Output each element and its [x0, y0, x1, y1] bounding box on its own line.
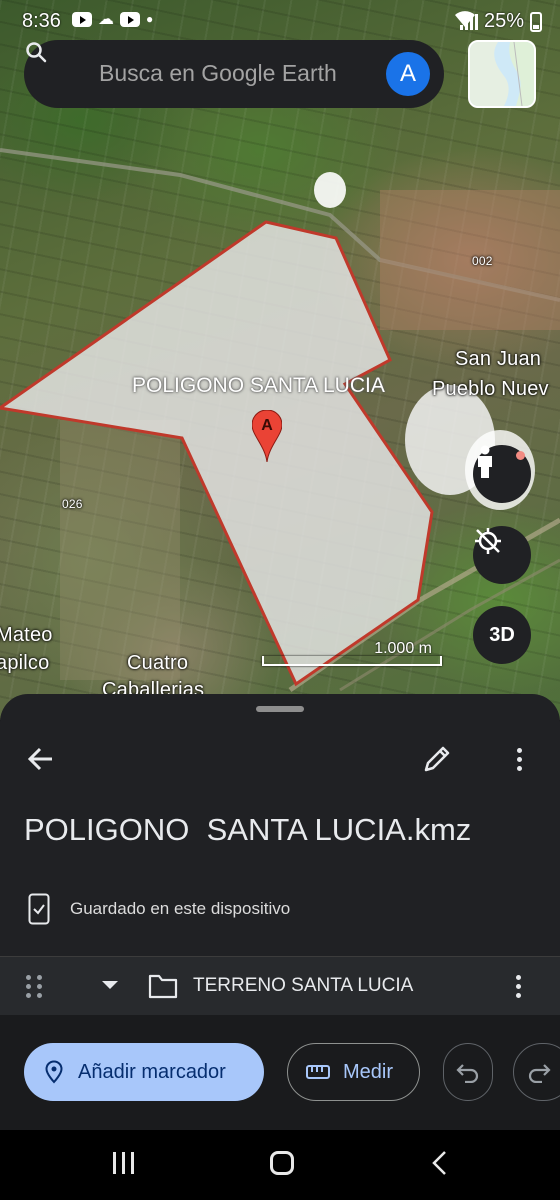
cloud-icon: ☁ [98, 11, 114, 28]
saved-status-row: Guardado en este dispositivo [28, 892, 290, 926]
place-label: Cuatro [127, 652, 189, 674]
notification-icons: ☁ ● [72, 11, 154, 28]
notification-dot [516, 451, 525, 460]
place-label: apilco [0, 652, 50, 674]
saved-status-text: Guardado en este dispositivo [70, 899, 291, 918]
measure-button[interactable]: Medir [287, 1043, 420, 1101]
road-label: 026 [62, 497, 83, 511]
layer-row-folder[interactable]: TERRENO SANTA LUCIA [0, 957, 560, 1015]
place-label: Pueblo Nuev [432, 378, 549, 400]
edit-pencil-icon[interactable] [420, 742, 454, 776]
youtube-icon [72, 12, 92, 27]
youtube-icon [120, 12, 140, 27]
home-icon[interactable] [270, 1151, 294, 1175]
bottom-toolbar: Añadir marcador Medir [0, 1015, 560, 1130]
ruler-icon [306, 1065, 330, 1079]
polygon-label: POLIGONO SANTA LUCIA [132, 374, 385, 397]
project-title: POLIGONO SANTA LUCIA.kmz [24, 812, 472, 847]
street-view-button[interactable] [473, 445, 531, 503]
dot-icon: ● [146, 12, 154, 26]
status-bar: 8:36 ☁ ● 25% [0, 0, 560, 40]
redo-button[interactable] [513, 1043, 560, 1101]
more-options-icon[interactable] [502, 742, 536, 776]
undo-button[interactable] [443, 1043, 493, 1101]
minimap-button[interactable] [468, 40, 536, 108]
urban-area-2 [60, 420, 180, 680]
satellite-map[interactable]: POLIGONO SANTA LUCIA A San Juan Pueblo N… [0, 0, 560, 720]
map-scale: 1.000 m [262, 640, 442, 666]
battery-icon [530, 11, 542, 32]
scale-bar [262, 656, 442, 666]
sheet-drag-handle[interactable] [256, 706, 304, 712]
add-placemark-label: Añadir marcador [78, 1060, 226, 1083]
layer-name: TERRENO SANTA LUCIA [193, 975, 414, 996]
drag-handle-icon[interactable] [26, 975, 44, 999]
system-nav-bar [0, 1130, 560, 1200]
folder-icon [148, 974, 178, 999]
place-label: San Juan [455, 348, 542, 370]
back-icon[interactable] [430, 1150, 450, 1176]
back-arrow-icon[interactable] [24, 742, 58, 776]
redo-icon [528, 1064, 551, 1083]
pegman-icon [478, 445, 492, 478]
location-pin-icon [45, 1060, 63, 1084]
3d-toggle-button[interactable]: 3D [473, 606, 531, 664]
status-right: 25% [454, 10, 542, 33]
undo-icon [456, 1064, 479, 1083]
search-bar[interactable]: Busca en Google Earth A [24, 40, 444, 108]
location-off-icon [475, 528, 501, 554]
chevron-down-icon[interactable] [102, 981, 118, 989]
layer-more-options-icon[interactable] [506, 969, 530, 1003]
account-avatar[interactable]: A [386, 52, 430, 96]
battery-percent: 25% [483, 10, 524, 32]
place-label: Mateo [0, 624, 53, 646]
add-placemark-button[interactable]: Añadir marcador [24, 1043, 264, 1101]
road-label: 002 [472, 254, 493, 268]
device-saved-icon [28, 893, 50, 925]
urban-area [380, 190, 560, 330]
placemark-pin-icon[interactable]: A [252, 410, 282, 462]
measure-label: Medir [343, 1060, 394, 1083]
status-time: 8:36 [22, 10, 61, 32]
minimap-icon [470, 42, 534, 106]
location-button[interactable] [473, 526, 531, 584]
cloud-3 [314, 172, 346, 208]
placemark-letter: A [261, 417, 273, 434]
project-sheet: POLIGONO SANTA LUCIA.kmz Guardado en est… [0, 694, 560, 1130]
recents-icon[interactable] [113, 1152, 134, 1174]
search-icon [26, 42, 47, 63]
search-placeholder[interactable]: Busca en Google Earth [99, 60, 337, 87]
